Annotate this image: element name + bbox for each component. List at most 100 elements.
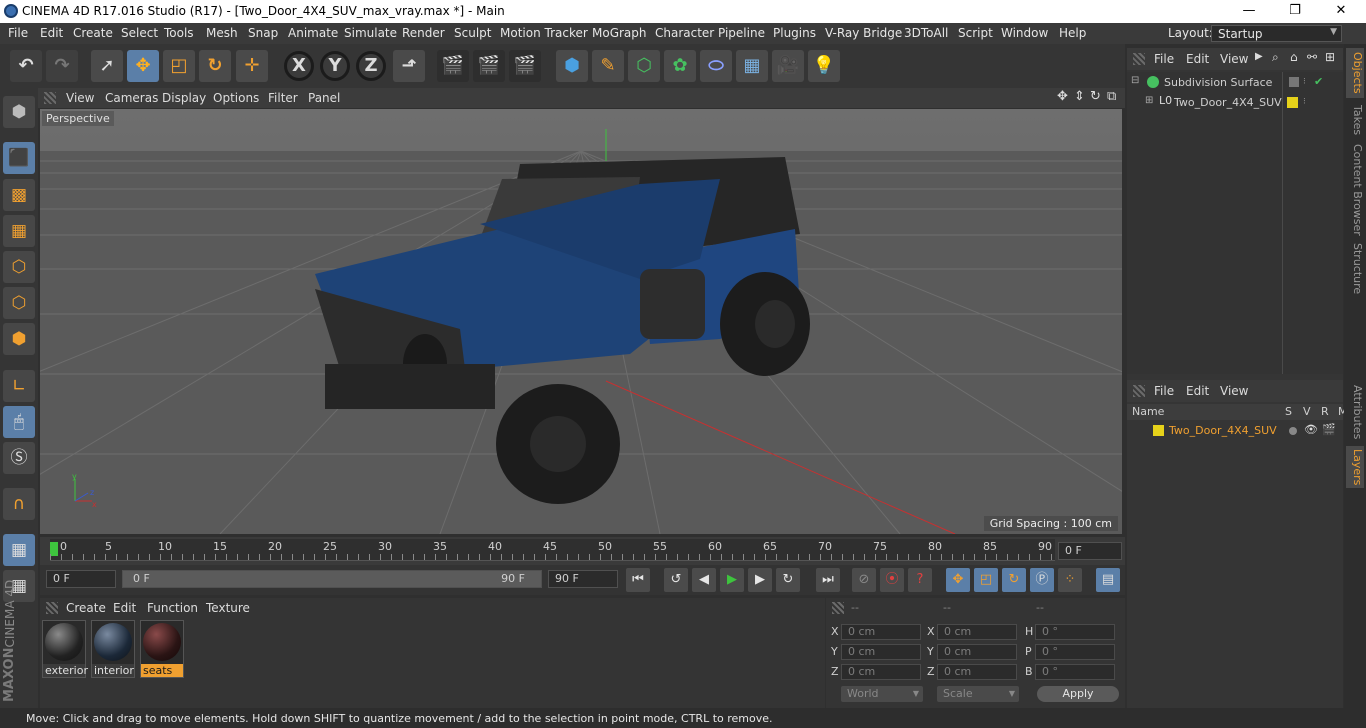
viewport-move-icon[interactable]: ✥ [1057, 89, 1068, 104]
key-move-icon[interactable]: ✥ [946, 568, 970, 592]
workplane-lock-icon[interactable]: ▦ [3, 534, 35, 566]
goto-start-icon[interactable]: ⏮ [626, 568, 650, 592]
tree-expand-icon[interactable]: ⊞ [1145, 95, 1153, 106]
close-button[interactable]: ✕ [1318, 0, 1364, 23]
live-selection-icon[interactable]: ➚ [91, 50, 123, 82]
search-icon[interactable]: ⌕ [1272, 50, 1279, 65]
autokey-icon[interactable]: ⦿ [880, 568, 904, 592]
layout-dropdown[interactable]: Startup ▼ [1211, 25, 1342, 42]
next-frame-icon[interactable]: ▶ [748, 568, 772, 592]
layers-menu-view[interactable]: View [1220, 384, 1248, 398]
tree-collapse-icon[interactable]: ⊟ [1131, 75, 1139, 86]
viewport-menu-cameras[interactable]: Cameras [105, 91, 158, 105]
tweak-mode-icon[interactable]: 🖱 [3, 406, 35, 438]
layer-color-swatch[interactable] [1287, 97, 1298, 108]
solo-dot-icon[interactable] [1289, 427, 1297, 435]
x-axis-icon[interactable]: X [284, 51, 314, 81]
viewport-menu-options[interactable]: Options [213, 91, 259, 105]
light-icon[interactable]: 💡 [808, 50, 840, 82]
tab-layers[interactable]: Layers [1346, 446, 1364, 488]
layers-menu-file[interactable]: File [1154, 384, 1174, 398]
visibility-toggle[interactable] [1289, 77, 1299, 87]
menu-edit[interactable]: Edit [40, 26, 63, 40]
tab-structure[interactable]: Structure [1346, 242, 1364, 296]
next-key-icon[interactable]: ↻ [776, 568, 800, 592]
menu-tools[interactable]: Tools [164, 26, 194, 40]
snap-icon[interactable]: Ⓢ [3, 442, 35, 474]
recent-tool-icon[interactable]: ✛ [236, 50, 268, 82]
viewport-zoom-icon[interactable]: ⇕ [1074, 89, 1085, 104]
menu-render[interactable]: Render [402, 26, 445, 40]
viewport-rotate-icon[interactable]: ↻ [1090, 89, 1101, 104]
viewport-menu-panel[interactable]: Panel [308, 91, 340, 105]
keyframe-selection-icon[interactable]: ? [908, 568, 932, 592]
menu-window[interactable]: Window [1001, 26, 1048, 40]
cube-icon[interactable]: ⬢ [556, 50, 588, 82]
tab-attributes[interactable]: Attributes [1346, 384, 1364, 440]
menu-mograph[interactable]: MoGraph [592, 26, 647, 40]
edges-mode-icon[interactable]: ⬡ [3, 287, 35, 319]
check-icon[interactable]: ✔ [1314, 75, 1323, 88]
end-frame-field[interactable]: 90 F [548, 570, 618, 588]
apply-button[interactable]: Apply [1037, 686, 1119, 702]
redo-icon[interactable]: ↷ [46, 50, 78, 82]
menu-help[interactable]: Help [1059, 26, 1086, 40]
menu-mesh[interactable]: Mesh [206, 26, 238, 40]
object-row[interactable]: ⊟ Subdivision Surface ⁝ ✔ [1127, 74, 1343, 92]
timeline-track[interactable]: 0 5 10 15 20 25 30 35 40 45 50 55 60 65 … [50, 539, 1055, 561]
menu-snap[interactable]: Snap [248, 26, 278, 40]
size-x-field[interactable]: 0 cm [937, 624, 1017, 640]
polygons-mode-icon[interactable]: ⬢ [3, 323, 35, 355]
size-mode-dropdown[interactable]: Scale ▼ [937, 686, 1019, 702]
material-menu-texture[interactable]: Texture [206, 601, 250, 615]
object-row[interactable]: ⊞ L0 Two_Door_4X4_SUV ⁝ [1127, 94, 1343, 112]
material-menu-edit[interactable]: Edit [113, 601, 136, 615]
eye-icon[interactable]: 👁 [1304, 423, 1318, 436]
minimize-button[interactable]: — [1226, 0, 1272, 23]
record-disabled-icon[interactable]: ⊘ [852, 568, 876, 592]
menu-vray-bridge[interactable]: V-Ray Bridge [825, 26, 902, 40]
texture-mode-icon[interactable]: ▩ [3, 179, 35, 211]
start-frame-field[interactable]: 0 F [46, 570, 116, 588]
viewport-menu-filter[interactable]: Filter [268, 91, 298, 105]
panel-grip[interactable] [44, 92, 56, 104]
z-axis-icon[interactable]: Z [356, 51, 386, 81]
rotate-icon[interactable]: ↻ [199, 50, 231, 82]
viewport-maximize-icon[interactable]: ⧉ [1107, 89, 1116, 104]
menu-pipeline[interactable]: Pipeline [718, 26, 765, 40]
subdivision-icon[interactable]: ⬡ [628, 50, 660, 82]
coordinate-mode-dropdown[interactable]: World ▼ [841, 686, 923, 702]
rotation-b-field[interactable]: 0 ° [1035, 664, 1115, 680]
axis-mode-icon[interactable]: ∟ [3, 370, 35, 402]
menu-file[interactable]: File [8, 26, 28, 40]
size-y-field[interactable]: 0 cm [937, 644, 1017, 660]
new-window-icon[interactable]: ⊞ [1325, 50, 1335, 64]
camera-icon[interactable]: 🎥 [772, 50, 804, 82]
frame-range-slider[interactable]: 0 F 90 F [122, 570, 542, 588]
pen-icon[interactable]: ✎ [592, 50, 624, 82]
array-icon[interactable]: ✿ [664, 50, 696, 82]
column-visible[interactable]: V [1303, 405, 1311, 418]
points-mode-icon[interactable]: ⬡ [3, 251, 35, 283]
camera-label[interactable]: Perspective [42, 111, 114, 126]
panel-grip[interactable] [46, 602, 58, 614]
dot-icon[interactable]: ⁝ [1303, 77, 1306, 87]
position-y-field[interactable]: 0 cm [841, 644, 921, 660]
current-frame-field[interactable]: 0 F [1058, 542, 1122, 560]
menu-script[interactable]: Script [958, 26, 993, 40]
magnet-icon[interactable]: ∩ [3, 488, 35, 520]
column-render[interactable]: R [1321, 405, 1329, 418]
goto-end-icon[interactable]: ⏭ [816, 568, 840, 592]
rotation-h-field[interactable]: 0 ° [1035, 624, 1115, 640]
viewport-menu-display[interactable]: Display [162, 91, 206, 105]
timeline-ruler[interactable]: 0 5 10 15 20 25 30 35 40 45 50 55 60 65 … [40, 537, 1125, 565]
play-icon[interactable]: ▶ [720, 568, 744, 592]
menu-simulate[interactable]: Simulate [344, 26, 397, 40]
material-seats[interactable]: seats [140, 620, 184, 678]
panel-grip[interactable] [1133, 53, 1145, 65]
column-name[interactable]: Name [1132, 405, 1164, 418]
home-icon[interactable]: ⌂ [1290, 50, 1298, 64]
menu-3dtoall[interactable]: 3DToAll [904, 26, 948, 40]
key-rotate-icon[interactable]: ↻ [1002, 568, 1026, 592]
render-to-picture-viewer-icon[interactable]: 🎬 [473, 50, 505, 82]
